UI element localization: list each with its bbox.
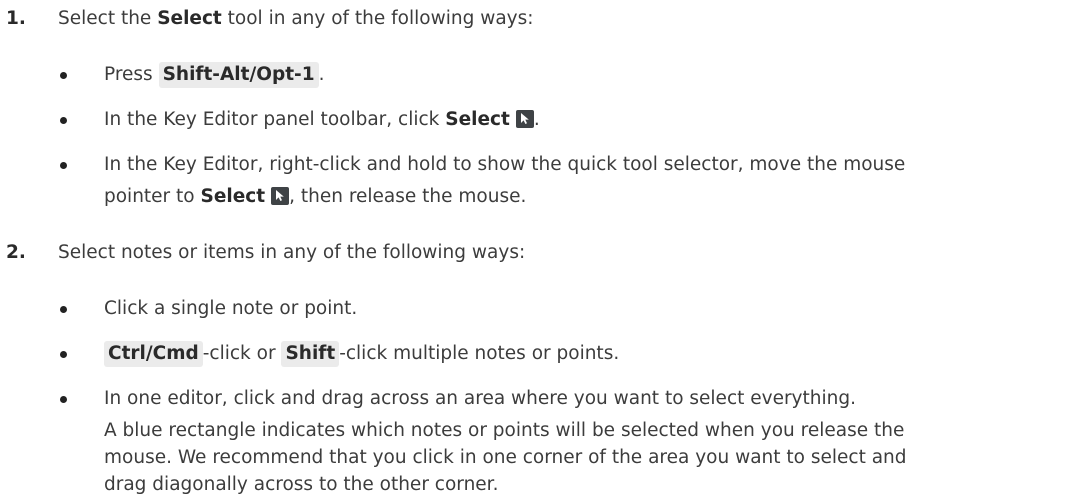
step-1-bullet-3-line-1: In the Key Editor, right-click and hold … xyxy=(104,154,906,175)
bullet-text-post: , then release the mouse. xyxy=(289,186,527,207)
step-1-bullet-1: Press Shift-Alt/Opt-1. xyxy=(104,62,325,88)
step-2-bullet-3-note-line-3: drag diagonally across to the other corn… xyxy=(104,474,499,495)
step-2-bullet-3-note-line-2: mouse. We recommend that you click in on… xyxy=(104,447,907,468)
step-2-bullet-3: In one editor, click and drag across an … xyxy=(104,388,856,409)
shortcut-key: Shift-Alt/Opt-1 xyxy=(158,62,319,88)
bullet-text-bold: Select xyxy=(445,109,510,130)
step-1-text-pre: Select the xyxy=(58,8,158,29)
select-arrow-icon xyxy=(515,110,534,128)
bullet-text-pre: In the Key Editor panel toolbar, click xyxy=(104,109,446,130)
step-1-text-bold: Select xyxy=(157,8,222,29)
step-1-text: Select the Select tool in any of the fol… xyxy=(58,6,534,32)
step-1-number: 1. xyxy=(6,8,26,29)
bullet-dot xyxy=(60,396,67,403)
bullet-text-bold: Select xyxy=(200,186,266,207)
step-1-bullet-3-line-2: pointer to Select , then release the mous… xyxy=(104,184,526,210)
bullet-text-post: . xyxy=(533,109,540,130)
bullet-dot xyxy=(60,351,67,358)
bullet-dot xyxy=(60,117,67,124)
step-2-text: Select notes or items in any of the foll… xyxy=(58,242,526,263)
step-1-text-post: tool in any of the following ways: xyxy=(221,8,534,29)
bullet-text-post: -click multiple notes or points. xyxy=(339,343,620,364)
bullet-text-post: . xyxy=(318,64,325,85)
step-2-bullet-3-note-line-1: A blue rectangle indicates which notes o… xyxy=(104,420,905,441)
step-2-bullet-2: Ctrl/Cmd -click or Shift -click multiple n… xyxy=(104,341,619,367)
shortcut-key: Shift xyxy=(281,341,340,367)
bullet-dot xyxy=(60,306,67,313)
bullet-dot xyxy=(60,162,67,169)
step-2-bullet-1: Click a single note or point. xyxy=(104,298,358,319)
shortcut-key: Ctrl/Cmd xyxy=(104,341,203,367)
step-1-bullet-2: In the Key Editor panel toolbar, click S… xyxy=(104,107,540,133)
bullet-dot xyxy=(60,72,67,79)
bullet-text-pre: pointer to xyxy=(104,186,201,207)
bullet-text-mid: -click or xyxy=(202,343,282,364)
bullet-text-pre: Press xyxy=(104,64,159,85)
step-2-number: 2. xyxy=(6,242,26,263)
select-arrow-icon xyxy=(271,187,290,205)
